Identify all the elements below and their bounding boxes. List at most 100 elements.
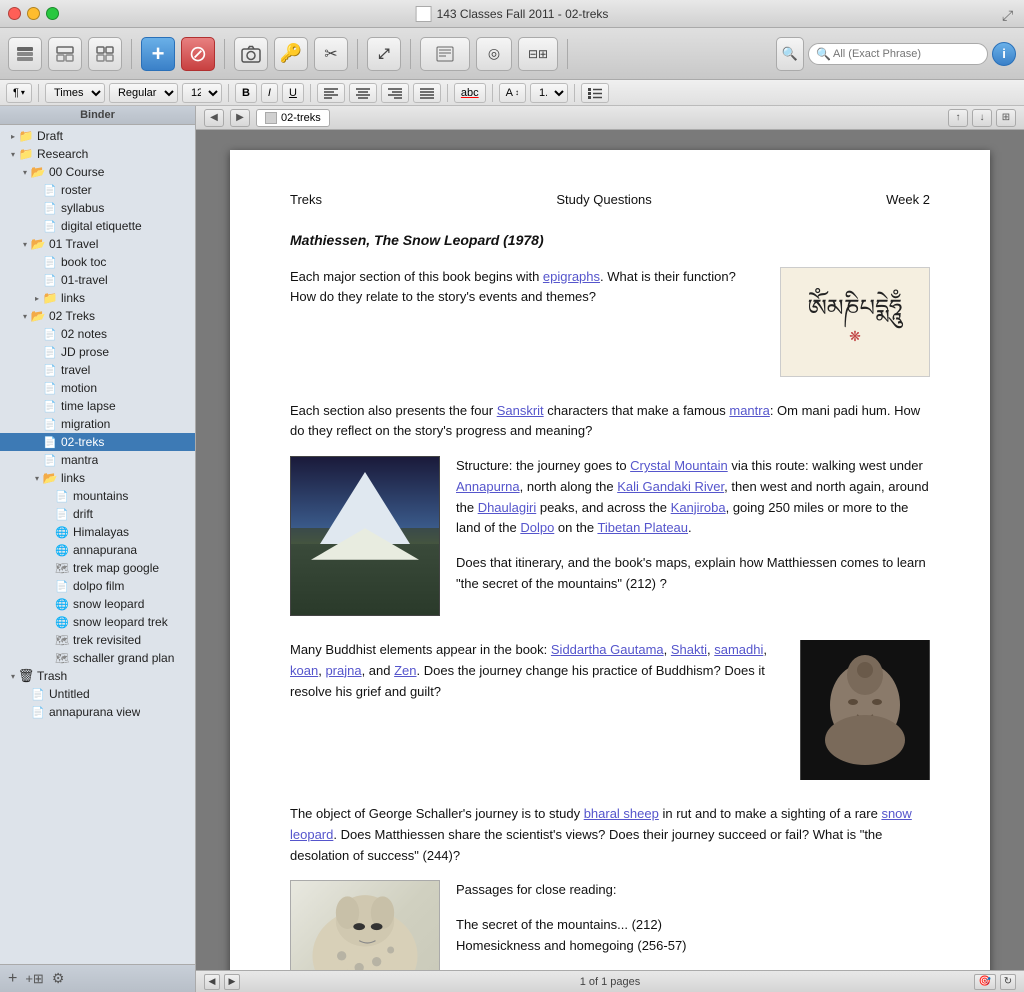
doc-icon-snow-leopard-trek: 🌐 [54, 614, 70, 630]
nav-prev-button[interactable]: ◀ [204, 109, 224, 127]
sidebar-item-jd-prose[interactable]: 📄 JD prose [0, 343, 195, 361]
word-count-button[interactable] [420, 37, 470, 71]
search-area: 🔍 🔍 i [776, 37, 1016, 71]
font-family-select[interactable]: Times [45, 83, 105, 103]
doc-view-down-button[interactable]: ↓ [972, 109, 992, 127]
doc-tab[interactable]: 02-treks [256, 109, 330, 127]
footer-icon-button[interactable]: 🎯 [974, 974, 996, 990]
compose-button[interactable]: ⤢ [367, 37, 401, 71]
sidebar-item-02treks[interactable]: 📂 02 Treks [0, 307, 195, 325]
sidebar-item-annapurana-view[interactable]: 📄 annapurana view [0, 703, 195, 721]
sidebar-item-motion[interactable]: 📄 motion [0, 379, 195, 397]
link-dolpo[interactable]: Dolpo [520, 520, 554, 535]
link-koan[interactable]: koan [290, 663, 318, 678]
doc-view-up-button[interactable]: ↑ [948, 109, 968, 127]
sidebar-item-time-lapse[interactable]: 📄 time lapse [0, 397, 195, 415]
add-document-button[interactable]: + [141, 37, 175, 71]
outliner-button[interactable] [48, 37, 82, 71]
sidebar-item-dolpo-film[interactable]: 📄 dolpo film [0, 577, 195, 595]
keywords-button[interactable]: 🔑 [274, 37, 308, 71]
sidebar-item-drift[interactable]: 📄 drift [0, 505, 195, 523]
link-siddartha[interactable]: Siddartha Gautama [551, 642, 664, 657]
doc-split-button[interactable]: ⊞ [996, 109, 1016, 127]
link-sanskrit[interactable]: Sanskrit [497, 403, 544, 418]
corkboard-button[interactable] [88, 37, 122, 71]
color-button[interactable]: abc [454, 83, 486, 103]
sidebar-item-himalayas[interactable]: 🌐 Himalayas [0, 523, 195, 541]
link-bharal-sheep[interactable]: bharal sheep [584, 806, 659, 821]
link-shakti[interactable]: Shakti [671, 642, 707, 657]
link-samadhi[interactable]: samadhi [714, 642, 763, 657]
fullscreen-button[interactable]: ⤢ [1002, 7, 1016, 21]
sidebar-item-draft[interactable]: 📁 Draft [0, 127, 195, 145]
sidebar-item-02treks-doc[interactable]: 📄 02-treks [0, 433, 195, 451]
line-height-button[interactable]: A↕ [499, 83, 526, 103]
sidebar-item-snow-leopard-trek[interactable]: 🌐 snow leopard trek [0, 613, 195, 631]
target-button[interactable]: ◎ [476, 37, 512, 71]
layout-button[interactable]: ⊟⊞ [518, 37, 558, 71]
bold-button[interactable]: B [235, 83, 257, 103]
nav-next-button[interactable]: ▶ [230, 109, 250, 127]
info-button[interactable]: i [992, 42, 1016, 66]
add-group-button[interactable]: +⊞ [25, 971, 43, 987]
sidebar-item-syllabus[interactable]: 📄 syllabus [0, 199, 195, 217]
sidebar-item-snow-leopard[interactable]: 🌐 snow leopard [0, 595, 195, 613]
sidebar-item-research[interactable]: 📁 Research [0, 145, 195, 163]
sidebar-item-untitled[interactable]: 📄 Untitled [0, 685, 195, 703]
font-size-select[interactable]: 12 [182, 83, 222, 103]
snapshot-button[interactable] [234, 37, 268, 71]
italic-button[interactable]: I [261, 83, 278, 103]
link-zen[interactable]: Zen [394, 663, 416, 678]
search-options-button[interactable]: 🔍 [776, 37, 804, 71]
delete-document-button[interactable]: ⊘ [181, 37, 215, 71]
close-button[interactable] [8, 7, 21, 20]
sidebar-item-00course[interactable]: 📂 00 Course [0, 163, 195, 181]
inspector-button[interactable]: ✂ [314, 37, 348, 71]
sidebar-item-book-toc[interactable]: 📄 book toc [0, 253, 195, 271]
maximize-button[interactable] [46, 7, 59, 20]
search-input[interactable] [808, 43, 988, 65]
align-left-button[interactable] [317, 83, 345, 103]
link-dhaulagiri[interactable]: Dhaulagiri [478, 500, 537, 515]
sidebar-item-travel[interactable]: 📄 travel [0, 361, 195, 379]
link-tibetan-plateau[interactable]: Tibetan Plateau [597, 520, 688, 535]
footer-refresh-button[interactable]: ↻ [1000, 974, 1016, 990]
list-button[interactable] [581, 83, 609, 103]
sidebar-item-links[interactable]: 📁 links [0, 289, 195, 307]
paragraph-style-button[interactable]: ¶ ▾ [6, 83, 32, 103]
sidebar-item-trek-map-google[interactable]: 🗺 trek map google [0, 559, 195, 577]
sidebar-item-trash[interactable]: 🗑 Trash [0, 667, 195, 685]
settings-button[interactable]: ⚙ [52, 970, 65, 987]
justify-button[interactable] [413, 83, 441, 103]
sidebar-item-mountains[interactable]: 📄 mountains [0, 487, 195, 505]
font-style-select[interactable]: Regular [109, 83, 178, 103]
align-right-button[interactable] [381, 83, 409, 103]
sidebar-item-links2[interactable]: 📂 links [0, 469, 195, 487]
link-mantra[interactable]: mantra [729, 403, 769, 418]
separator5 [567, 39, 568, 69]
link-epigraphs[interactable]: epigraphs [543, 269, 600, 284]
sidebar-item-roster[interactable]: 📄 roster [0, 181, 195, 199]
link-annapurna[interactable]: Annapurna [456, 479, 520, 494]
sidebar-item-migration[interactable]: 📄 migration [0, 415, 195, 433]
sidebar-item-01travel[interactable]: 📂 01 Travel [0, 235, 195, 253]
sidebar-item-trek-revisited[interactable]: 🗺 trek revisited [0, 631, 195, 649]
sidebar-item-02notes[interactable]: 📄 02 notes [0, 325, 195, 343]
link-crystal-mountain[interactable]: Crystal Mountain [630, 458, 728, 473]
sidebar-item-annapurana[interactable]: 🌐 annapurana [0, 541, 195, 559]
sidebar-item-01travel-doc[interactable]: 📄 01-travel [0, 271, 195, 289]
minimize-button[interactable] [27, 7, 40, 20]
link-kali-gandaki[interactable]: Kali Gandaki River [617, 479, 724, 494]
sidebar-item-digital-etiquette[interactable]: 📄 digital etiquette [0, 217, 195, 235]
link-kanjiroba[interactable]: Kanjiroba [671, 500, 726, 515]
add-item-button[interactable]: + [8, 970, 17, 988]
align-center-button[interactable] [349, 83, 377, 103]
underline-button[interactable]: U [282, 83, 304, 103]
footer-prev-button[interactable]: ◀ [204, 974, 220, 990]
line-height-select[interactable]: 1.0 [530, 83, 568, 103]
binder-toggle-button[interactable] [8, 37, 42, 71]
footer-next-button[interactable]: ▶ [224, 974, 240, 990]
link-prajna[interactable]: prajna [325, 663, 361, 678]
sidebar-item-mantra[interactable]: 📄 mantra [0, 451, 195, 469]
sidebar-item-schaller-grand-plan[interactable]: 🗺 schaller grand plan [0, 649, 195, 667]
